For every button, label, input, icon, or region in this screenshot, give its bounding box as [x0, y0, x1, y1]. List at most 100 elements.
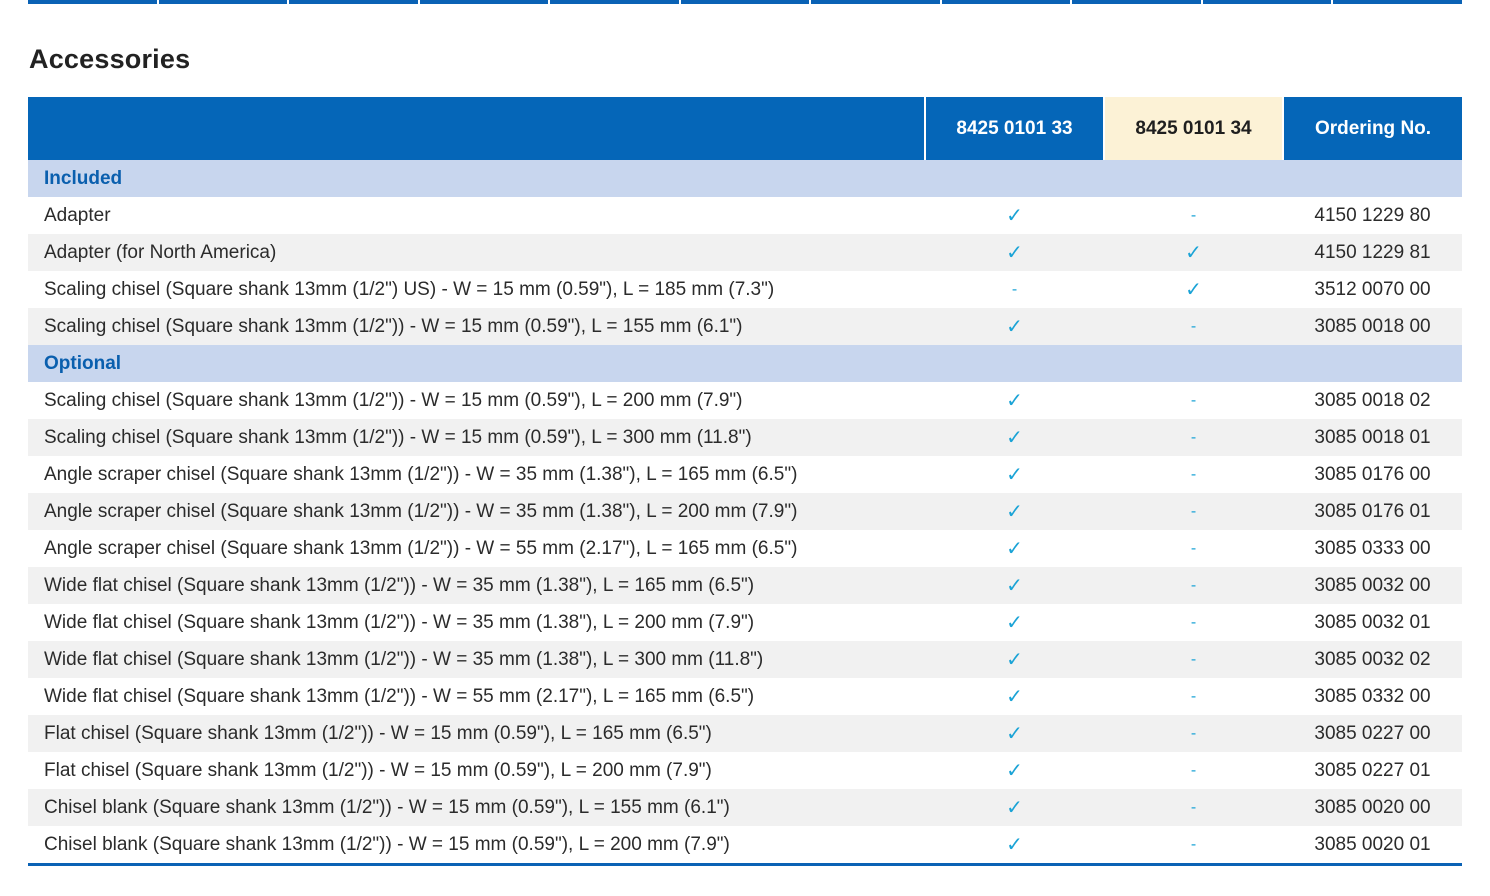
- dash-mark: -: [1104, 752, 1283, 789]
- row-description: Scaling chisel (Square shank 13mm (1/2")…: [28, 271, 925, 308]
- ordering-number: 3085 0018 00: [1283, 308, 1462, 345]
- table-row: Adapter (for North America) ✓ ✓ 4150 1229 8…: [28, 234, 1462, 271]
- checkmark-icon: ✓: [1104, 234, 1283, 271]
- top-rule-segment: [28, 0, 157, 4]
- dash-mark: -: [1104, 308, 1283, 345]
- dash-mark: -: [925, 271, 1104, 308]
- ordering-number: 3085 0018 02: [1283, 382, 1462, 419]
- dash-mark: -: [1104, 641, 1283, 678]
- checkmark-icon: ✓: [925, 197, 1104, 234]
- checkmark-icon: ✓: [925, 456, 1104, 493]
- ordering-number: 4150 1229 81: [1283, 234, 1462, 271]
- ordering-number: 3085 0333 00: [1283, 530, 1462, 567]
- checkmark-icon: ✓: [925, 419, 1104, 456]
- dash-mark: -: [1104, 678, 1283, 715]
- checkmark-icon: ✓: [925, 234, 1104, 271]
- row-description: Flat chisel (Square shank 13mm (1/2")) -…: [28, 752, 925, 789]
- row-description: Angle scraper chisel (Square shank 13mm …: [28, 456, 925, 493]
- checkmark-icon: ✓: [925, 530, 1104, 567]
- group-label: Included: [28, 160, 1462, 197]
- top-rule: [28, 0, 1463, 5]
- group-label: Optional: [28, 345, 1462, 382]
- checkmark-icon: ✓: [925, 308, 1104, 345]
- row-description: Scaling chisel (Square shank 13mm (1/2")…: [28, 308, 925, 345]
- table-body: Included Adapter ✓ -4150 1229 80 Adapter (fo…: [28, 160, 1462, 866]
- row-description: Wide flat chisel (Square shank 13mm (1/2…: [28, 567, 925, 604]
- checkmark-icon: ✓: [925, 789, 1104, 826]
- row-description: Wide flat chisel (Square shank 13mm (1/2…: [28, 641, 925, 678]
- top-rule-segment: [941, 0, 1071, 4]
- table-row: Angle scraper chisel (Square shank 13mm …: [28, 456, 1462, 493]
- table-row: Wide flat chisel (Square shank 13mm (1/2…: [28, 567, 1462, 604]
- ordering-number: 3085 0176 01: [1283, 493, 1462, 530]
- top-rule-segment: [680, 0, 810, 4]
- table-row: Scaling chisel (Square shank 13mm (1/2")…: [28, 308, 1462, 345]
- top-rule-segment: [1072, 0, 1201, 4]
- row-description: Chisel blank (Square shank 13mm (1/2")) …: [28, 789, 925, 826]
- row-description: Angle scraper chisel (Square shank 13mm …: [28, 530, 925, 567]
- top-rule-segment: [1202, 0, 1332, 4]
- ordering-number: 3085 0227 01: [1283, 752, 1462, 789]
- ordering-number: 3085 0032 01: [1283, 604, 1462, 641]
- row-description: Wide flat chisel (Square shank 13mm (1/2…: [28, 678, 925, 715]
- top-rule-segment: [1333, 0, 1463, 4]
- header-row: 8425 0101 33 8425 0101 34 Ordering No.: [28, 97, 1462, 160]
- table-row: Angle scraper chisel (Square shank 13mm …: [28, 530, 1462, 567]
- dash-mark: -: [1104, 493, 1283, 530]
- checkmark-icon: ✓: [925, 604, 1104, 641]
- row-description: Flat chisel (Square shank 13mm (1/2")) -…: [28, 715, 925, 752]
- table-row: Scaling chisel (Square shank 13mm (1/2")…: [28, 382, 1462, 419]
- header-model-a: 8425 0101 33: [924, 97, 1104, 160]
- checkmark-icon: ✓: [925, 678, 1104, 715]
- checkmark-icon: ✓: [925, 752, 1104, 789]
- ordering-number: 3085 0020 01: [1283, 826, 1462, 866]
- ordering-number: 3085 0032 02: [1283, 641, 1462, 678]
- ordering-number: 3085 0018 01: [1283, 419, 1462, 456]
- table-row: Scaling chisel (Square shank 13mm (1/2")…: [28, 271, 1462, 308]
- dash-mark: -: [1104, 456, 1283, 493]
- top-rule-segment: [550, 0, 679, 4]
- table-row: Angle scraper chisel (Square shank 13mm …: [28, 493, 1462, 530]
- table-row: Wide flat chisel (Square shank 13mm (1/2…: [28, 604, 1462, 641]
- top-rule-segment: [158, 0, 288, 4]
- table-row: Adapter ✓ -4150 1229 80: [28, 197, 1462, 234]
- checkmark-icon: ✓: [925, 567, 1104, 604]
- table-row: Wide flat chisel (Square shank 13mm (1/2…: [28, 678, 1462, 715]
- dash-mark: -: [1104, 715, 1283, 752]
- checkmark-icon: ✓: [925, 715, 1104, 752]
- row-description: Adapter: [28, 197, 925, 234]
- ordering-number: 3085 0176 00: [1283, 456, 1462, 493]
- ordering-number: 4150 1229 80: [1283, 197, 1462, 234]
- accessories-table: 8425 0101 33 8425 0101 34 Ordering No. I…: [28, 97, 1462, 866]
- header-ordering-no: Ordering No.: [1282, 97, 1462, 160]
- dash-mark: -: [1104, 789, 1283, 826]
- row-description: Scaling chisel (Square shank 13mm (1/2")…: [28, 382, 925, 419]
- table-row: Chisel blank (Square shank 13mm (1/2")) …: [28, 789, 1462, 826]
- checkmark-icon: ✓: [925, 826, 1104, 866]
- dash-mark: -: [1104, 382, 1283, 419]
- dash-mark: -: [1104, 567, 1283, 604]
- header-model-b: 8425 0101 34: [1103, 97, 1283, 160]
- checkmark-icon: ✓: [925, 641, 1104, 678]
- top-rule-segment: [419, 0, 549, 4]
- row-description: Adapter (for North America): [28, 234, 925, 271]
- table-row: Scaling chisel (Square shank 13mm (1/2")…: [28, 419, 1462, 456]
- dash-mark: -: [1104, 419, 1283, 456]
- top-rule-segment: [289, 0, 418, 4]
- row-description: Chisel blank (Square shank 13mm (1/2")) …: [28, 826, 925, 866]
- table-row: Flat chisel (Square shank 13mm (1/2")) -…: [28, 752, 1462, 789]
- dash-mark: -: [1104, 530, 1283, 567]
- table-row: Wide flat chisel (Square shank 13mm (1/2…: [28, 641, 1462, 678]
- checkmark-icon: ✓: [925, 493, 1104, 530]
- header-description: [28, 97, 925, 160]
- ordering-number: 3085 0227 00: [1283, 715, 1462, 752]
- table-row: Chisel blank (Square shank 13mm (1/2")) …: [28, 826, 1462, 866]
- group-row: Included: [28, 160, 1462, 197]
- section-title: Accessories: [29, 44, 191, 74]
- table-row: Flat chisel (Square shank 13mm (1/2")) -…: [28, 715, 1462, 752]
- group-row: Optional: [28, 345, 1462, 382]
- row-description: Angle scraper chisel (Square shank 13mm …: [28, 493, 925, 530]
- dash-mark: -: [1104, 197, 1283, 234]
- table-header: 8425 0101 33 8425 0101 34 Ordering No.: [28, 97, 1462, 160]
- ordering-number: 3085 0032 00: [1283, 567, 1462, 604]
